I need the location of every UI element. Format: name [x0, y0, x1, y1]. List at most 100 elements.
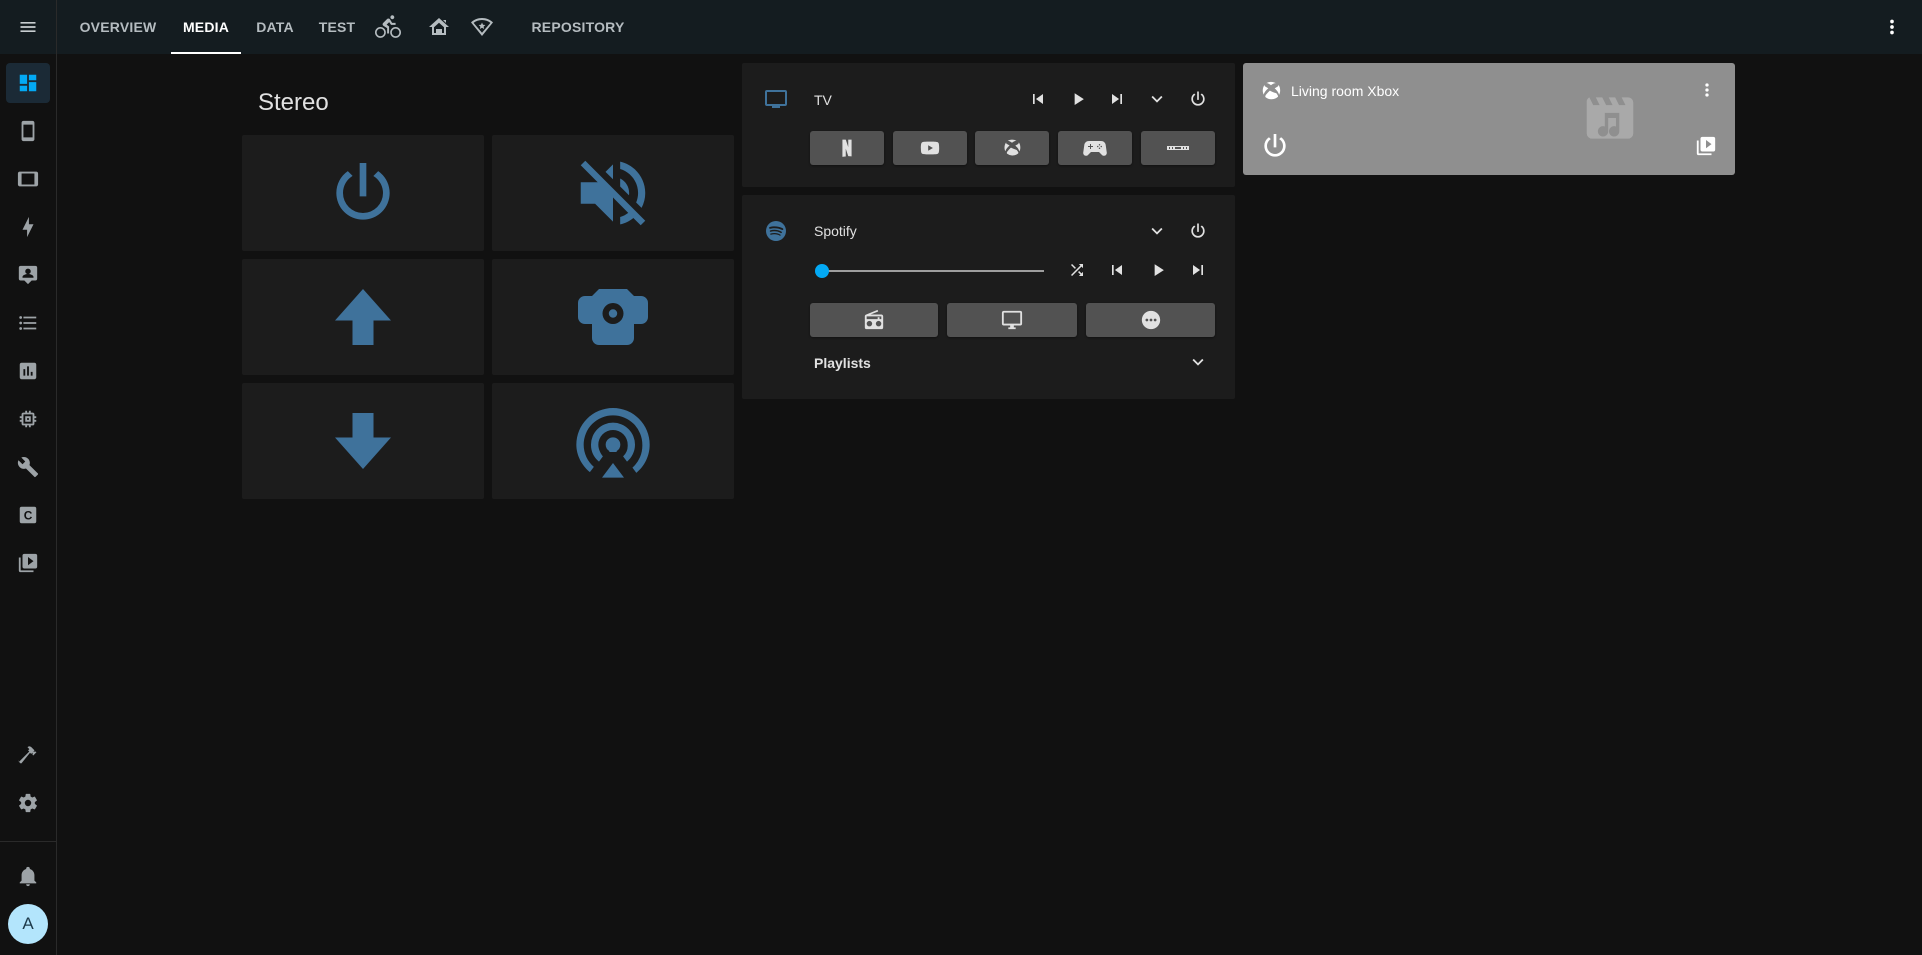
tab-overview[interactable]: OVERVIEW — [71, 0, 165, 54]
tab-media[interactable]: MEDIA — [171, 0, 241, 54]
sidebar-item-phone[interactable] — [6, 111, 50, 151]
xbox-more-button[interactable] — [1693, 76, 1721, 104]
chevron-down-icon — [1192, 358, 1204, 366]
wrench-icon — [17, 457, 39, 478]
menu-button[interactable] — [0, 0, 56, 54]
tv-expand-button[interactable] — [1143, 85, 1171, 113]
bike-icon — [375, 15, 401, 38]
spotify-next-button[interactable] — [1184, 256, 1212, 284]
xbox-power-button[interactable] — [1258, 129, 1292, 163]
airplay-icon — [576, 408, 650, 478]
sidebar-item-media[interactable] — [6, 543, 50, 583]
c-box-icon: C — [19, 506, 37, 524]
sidebar-item-notifications[interactable] — [6, 856, 50, 896]
tv-source-gamepad-button[interactable] — [1058, 131, 1132, 165]
playlists-expand-button[interactable] — [1184, 348, 1212, 376]
skip-next-icon — [1112, 94, 1122, 104]
stereo-airplay-button[interactable] — [492, 383, 734, 499]
stereo-volume-up-button[interactable] — [242, 259, 484, 375]
xbox-artwork — [1575, 87, 1645, 149]
tv-play-button[interactable] — [1064, 85, 1092, 113]
power-icon — [1264, 134, 1286, 157]
spotify-previous-button[interactable] — [1103, 256, 1131, 284]
stereo-source-button[interactable] — [492, 259, 734, 375]
xbox-icon — [1262, 81, 1281, 100]
xbox-media-card[interactable]: Living room Xbox — [1243, 63, 1735, 175]
stereo-volume-down-button[interactable] — [242, 383, 484, 499]
spotify-card: Spotify Playlists — [742, 195, 1235, 399]
spotify-device-radio-button[interactable] — [810, 303, 938, 337]
sidebar-item-list[interactable] — [6, 303, 50, 343]
tablet-icon — [17, 171, 39, 187]
xbox-browse-media-button[interactable] — [1692, 132, 1720, 160]
tab-data[interactable]: DATA — [247, 0, 303, 54]
play-icon — [1074, 93, 1084, 105]
spotify-volume-slider[interactable] — [815, 264, 1044, 278]
power-icon — [1191, 91, 1205, 106]
xbox-title: Living room Xbox — [1291, 83, 1400, 99]
youtube-icon — [920, 141, 940, 155]
radio-icon — [864, 309, 884, 330]
dots-vertical-icon — [1705, 83, 1709, 97]
power-icon — [1191, 223, 1205, 238]
power-icon — [336, 163, 390, 220]
spotify-device-monitor-button[interactable] — [947, 303, 1077, 337]
tv-entity-icon — [762, 85, 790, 113]
tv-previous-button[interactable] — [1024, 85, 1052, 113]
tv-source-xbox-button[interactable] — [975, 131, 1049, 165]
sidebar-item-tablet[interactable] — [6, 159, 50, 199]
stereo-mute-button[interactable] — [492, 135, 734, 251]
account-box-icon — [18, 265, 38, 285]
spotify-expand-button[interactable] — [1143, 217, 1171, 245]
sidebar-item-c[interactable]: C — [6, 495, 50, 535]
sidebar-item-tools[interactable] — [6, 447, 50, 487]
tv-source-soundbar-button[interactable] — [1141, 131, 1215, 165]
skip-previous-icon — [1112, 265, 1122, 275]
tv-title: TV — [814, 92, 832, 108]
stereo-title: Stereo — [258, 89, 329, 116]
sidebar-item-dashboard[interactable] — [6, 63, 50, 103]
sidebar-item-history[interactable] — [6, 351, 50, 391]
tv-next-button[interactable] — [1103, 85, 1131, 113]
arrow-down-icon — [335, 413, 391, 469]
arrow-up-icon — [321, 275, 391, 345]
tv-card: TV — [742, 63, 1235, 187]
format-list-icon — [19, 316, 37, 330]
spotify-play-button[interactable] — [1144, 256, 1172, 284]
skip-next-icon — [1193, 265, 1203, 275]
sidebar-item-developer-tools[interactable] — [6, 735, 50, 775]
television-icon — [765, 90, 787, 108]
more-options-button[interactable] — [1880, 15, 1904, 39]
spotify-entity-icon — [762, 217, 790, 245]
movie-music-icon — [1586, 97, 1634, 139]
tv-source-netflix-button[interactable] — [810, 131, 884, 165]
speaker-icon — [578, 289, 648, 345]
spotify-device-more-button[interactable] — [1086, 303, 1215, 337]
menu-icon — [20, 22, 36, 32]
stereo-power-button[interactable] — [242, 135, 484, 251]
memory-chip-icon — [19, 410, 37, 428]
cellphone-icon — [21, 120, 35, 142]
lightning-bolt-icon — [22, 216, 34, 238]
tab-repository[interactable]: REPOSITORY — [519, 0, 637, 54]
svg-text:C: C — [24, 509, 33, 523]
sidebar: C A — [0, 0, 57, 955]
tab-home-group[interactable] — [419, 0, 459, 54]
volume-slider-knob[interactable] — [815, 264, 829, 278]
tab-test[interactable]: TEST — [309, 0, 365, 54]
avatar[interactable]: A — [8, 904, 48, 944]
tv-source-youtube-button[interactable] — [893, 131, 967, 165]
sidebar-item-account[interactable] — [6, 255, 50, 295]
sidebar-item-chip[interactable] — [6, 399, 50, 439]
xbox-entity-icon — [1257, 77, 1285, 105]
tab-wifi-star[interactable] — [462, 0, 502, 54]
volume-off-icon — [580, 160, 646, 226]
tv-power-button[interactable] — [1184, 85, 1212, 113]
spotify-shuffle-button[interactable] — [1063, 256, 1091, 284]
spotify-power-button[interactable] — [1184, 217, 1212, 245]
sidebar-item-energy[interactable] — [6, 207, 50, 247]
sidebar-item-settings[interactable] — [6, 783, 50, 823]
tab-bike[interactable] — [368, 0, 408, 54]
top-bar: OVERVIEW MEDIA DATA TEST REPOSITORY — [57, 0, 1922, 54]
gamepad-icon — [1083, 141, 1107, 156]
